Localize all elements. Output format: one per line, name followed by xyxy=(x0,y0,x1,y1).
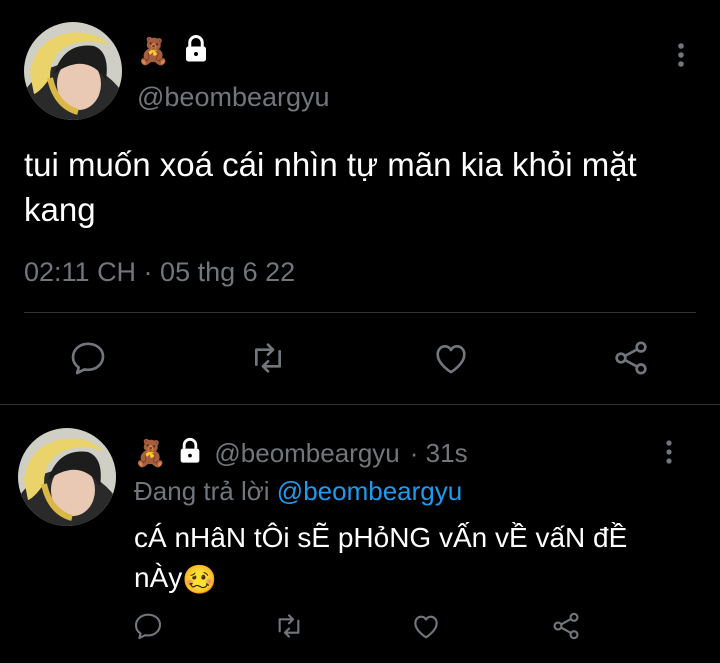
retweet-icon[interactable] xyxy=(246,338,290,378)
reply-avatar[interactable] xyxy=(18,428,116,526)
avatar-image xyxy=(18,428,116,526)
lock-icon xyxy=(181,34,211,69)
author-handle[interactable]: @beombeargyu xyxy=(137,82,330,113)
reply-icon[interactable] xyxy=(68,338,108,378)
tweet-timestamp[interactable]: 02:11 CH · 05 thg 6 22 xyxy=(24,257,295,288)
share-icon[interactable] xyxy=(610,338,652,378)
name-row: 🧸 xyxy=(137,33,211,69)
more-options-icon[interactable] xyxy=(668,40,694,70)
avatar-image xyxy=(24,22,122,120)
lock-icon xyxy=(176,437,204,470)
reply-text-block: cÁ nHâN tÔi sẼ pHỏNG vẤn vỀ vấN đỀ nÀy🥴 xyxy=(134,518,674,600)
share-icon[interactable] xyxy=(550,610,582,642)
woozy-face-icon: 🥴 xyxy=(182,563,218,595)
reply-author-handle[interactable]: @beombeargyu xyxy=(214,438,399,469)
teddy-bear-icon: 🧸 xyxy=(134,438,167,468)
reply-time-ago[interactable]: · 31s xyxy=(410,438,468,469)
reply-icon[interactable] xyxy=(132,610,164,642)
teddy-bear-icon: 🧸 xyxy=(137,36,170,66)
reply-more-options-icon[interactable] xyxy=(656,438,682,466)
divider xyxy=(0,404,720,405)
like-icon[interactable] xyxy=(430,338,472,378)
replying-to-line: Đang trả lời @beombeargyu xyxy=(134,476,462,507)
divider xyxy=(24,312,696,313)
like-icon[interactable] xyxy=(410,610,442,642)
reply-name-row: 🧸 @beombeargyu · 31s xyxy=(134,436,468,470)
retweet-icon[interactable] xyxy=(272,610,306,642)
tweet-text: tui muốn xoá cái nhìn tự mãn kia khỏi mặ… xyxy=(24,146,637,228)
replying-to-handle[interactable]: @beombeargyu xyxy=(277,476,462,506)
avatar[interactable] xyxy=(24,22,122,120)
replying-to-label: Đang trả lời xyxy=(134,476,270,506)
